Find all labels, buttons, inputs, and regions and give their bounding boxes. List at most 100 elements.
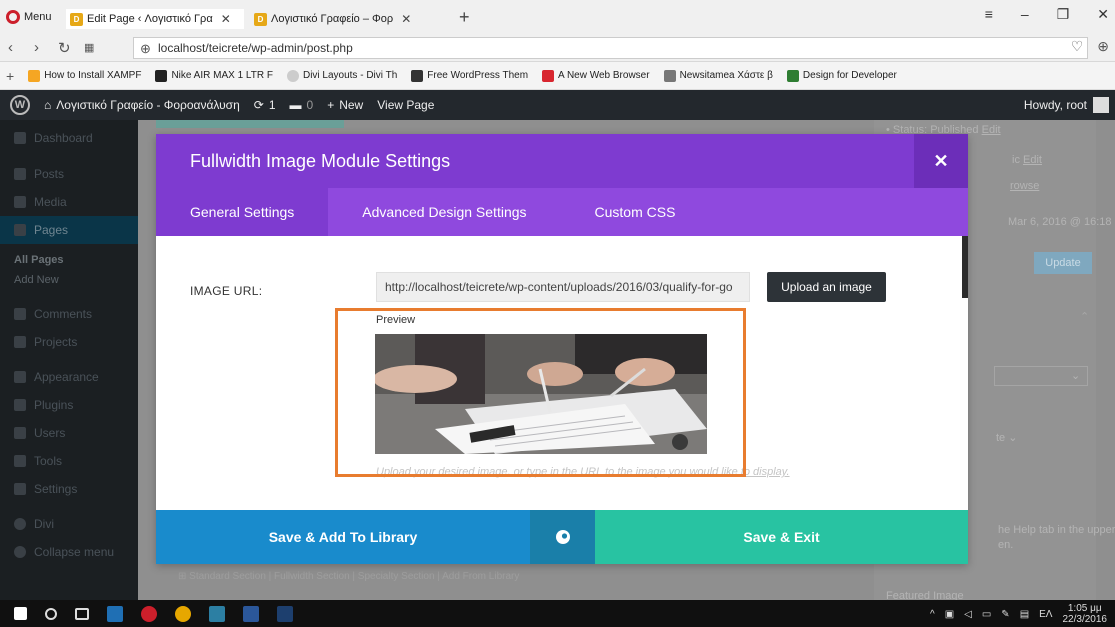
modal-title: Fullwidth Image Module Settings — [190, 150, 451, 171]
site-name-link[interactable]: ⌂ Λογιστικό Γραφείο - Φοροανάλυση — [44, 98, 240, 112]
avatar — [1093, 97, 1109, 113]
volume-icon[interactable]: ◁ — [964, 609, 972, 620]
chrome-icon[interactable] — [175, 605, 191, 622]
chevron-down-icon: ⌄ — [1071, 370, 1081, 382]
xampp-icon — [28, 69, 41, 82]
clock-time: 1:05 μμ — [1067, 603, 1102, 614]
task-view-icon[interactable] — [75, 607, 89, 620]
battery-icon[interactable]: ▭ — [982, 609, 991, 620]
sidebar-item-pages[interactable]: Pages — [0, 216, 138, 244]
help-text-line: en. — [998, 539, 1014, 551]
bookmarks-bar: + How to Install XAMPF Nike AIR MAX 1 LT… — [0, 62, 1115, 90]
comments-link[interactable]: ▬ 0 — [290, 98, 314, 112]
sidebar-item-dashboard[interactable]: Dashboard — [0, 124, 138, 152]
publish-date: Mar 6, 2016 @ 16:18 — [1008, 216, 1112, 228]
chevron-down-icon: ⌄ — [1008, 432, 1018, 444]
modal-header: Fullwidth Image Module Settings ✕ — [156, 134, 968, 188]
minimize-icon[interactable]: – — [1021, 6, 1029, 23]
sidebar-item-settings[interactable]: Settings — [0, 475, 138, 503]
comment-icon — [14, 308, 26, 320]
tab-close-icon[interactable]: ✕ — [221, 12, 231, 26]
sidebar-item-posts[interactable]: Posts — [0, 160, 138, 188]
tab-edit-page[interactable]: D Edit Page ‹ Λογιστικό Γρα ✕ — [66, 9, 244, 29]
new-tab-button[interactable]: + — [459, 7, 470, 28]
language-indicator[interactable]: ΕΛ — [1039, 609, 1052, 620]
sidebar-item-plugins[interactable]: Plugins — [0, 391, 138, 419]
bookmark-item[interactable]: Design for Developer — [786, 69, 897, 82]
collapse-icon — [14, 546, 26, 558]
window-controls: ≡ – ❐ ✕ — [985, 6, 1109, 23]
clock[interactable]: 1:05 μμ 22/3/2016 — [1063, 603, 1108, 625]
url-field[interactable]: ⊕ localhost/teicrete/wp-admin/post.php — [133, 37, 1088, 59]
windows-taskbar: ^ ▣ ◁ ▭ ✎ ▤ ΕΛ 1:05 μμ 22/3/2016 — [0, 600, 1115, 627]
word-icon[interactable] — [243, 605, 259, 622]
heart-icon[interactable]: ♡ — [1071, 38, 1084, 55]
save-exit-button[interactable]: Save & Exit — [595, 510, 968, 564]
back-icon[interactable]: ‹ — [8, 39, 13, 56]
tab-general-settings[interactable]: General Settings — [156, 188, 329, 236]
preview-highlight-box — [335, 308, 746, 477]
pen-icon[interactable]: ✎ — [1001, 609, 1009, 620]
add-bookmark-icon[interactable]: + — [6, 68, 14, 84]
bookmark-item[interactable]: Nike AIR MAX 1 LTR F — [155, 69, 273, 82]
sidebar-item-media[interactable]: Media — [0, 188, 138, 216]
browse-link: rowse — [1010, 180, 1040, 192]
search-icon[interactable] — [45, 607, 57, 620]
speed-dial-icon[interactable]: ▦ — [84, 41, 94, 54]
modal-footer: Save & Add To Library Save & Exit — [156, 510, 968, 564]
tab-menu-icon[interactable]: ≡ — [985, 6, 993, 23]
chevron-up-icon[interactable]: ^ — [930, 609, 935, 620]
wordpress-logo-icon[interactable]: W — [10, 95, 30, 115]
modal-close-button[interactable]: ✕ — [914, 134, 968, 188]
sidebar-collapse-menu[interactable]: Collapse menu — [0, 538, 138, 566]
tab-site-preview[interactable]: D Λογιστικό Γραφείο – Φορ ✕ — [250, 9, 450, 29]
maximize-icon[interactable]: ❐ — [1057, 6, 1070, 23]
sidebar-sub-all-pages[interactable]: All Pages — [14, 254, 64, 266]
divi-icon — [14, 518, 26, 530]
opera-icon[interactable] — [141, 605, 157, 622]
tab-custom-css[interactable]: Custom CSS — [561, 188, 710, 236]
dashboard-icon — [14, 132, 26, 144]
windows-start-icon[interactable] — [14, 607, 27, 620]
bookmark-item[interactable]: Newsitamea Χάστε β — [663, 69, 773, 82]
sidebar-item-divi[interactable]: Divi — [0, 510, 138, 538]
image-url-input[interactable] — [376, 272, 750, 302]
bookmark-item[interactable]: How to Install XAMPF — [28, 69, 141, 82]
save-add-to-library-button[interactable]: Save & Add To Library — [156, 510, 530, 564]
bookmark-item[interactable]: Free WordPress Them — [411, 69, 528, 82]
network-icon[interactable]: ▣ — [945, 609, 954, 620]
attribute-select: ⌄ — [994, 366, 1088, 386]
sidebar-item-tools[interactable]: Tools — [0, 447, 138, 475]
browser-menu-button[interactable]: Menu — [6, 8, 52, 26]
sidebar-sub-add-new[interactable]: Add New — [14, 274, 59, 286]
sidebar-item-users[interactable]: Users — [0, 419, 138, 447]
sidebar-item-appearance[interactable]: Appearance — [0, 363, 138, 391]
bookmark-item[interactable]: A New Web Browser — [542, 69, 650, 82]
bird-app-icon[interactable] — [209, 605, 225, 622]
nike-icon — [155, 69, 168, 82]
plus-icon: + — [327, 98, 335, 112]
tab-advanced-design-settings[interactable]: Advanced Design Settings — [328, 188, 560, 236]
sidebar-item-comments[interactable]: Comments — [0, 300, 138, 328]
tab-label: Λογιστικό Γραφείο – Φορ — [271, 13, 394, 25]
modal-tab-bar: General Settings Advanced Design Setting… — [156, 188, 968, 236]
action-center-icon[interactable]: ▤ — [1020, 609, 1029, 620]
view-page-link[interactable]: View Page — [377, 98, 434, 112]
updates-link[interactable]: ⟳ 1 — [254, 98, 276, 112]
tab-close-icon[interactable]: ✕ — [401, 12, 411, 26]
new-content-link[interactable]: + New — [327, 98, 363, 112]
upload-image-button[interactable]: Upload an image — [767, 272, 886, 302]
account-menu[interactable]: Howdy, root — [1024, 97, 1109, 113]
download-icon[interactable]: ⊕ — [1097, 38, 1109, 55]
preview-toggle-button[interactable] — [530, 510, 595, 564]
admin-sidebar: Dashboard Posts Media Pages All Pages Ad… — [0, 120, 138, 600]
file-explorer-icon[interactable] — [107, 605, 123, 622]
bookmark-item[interactable]: Divi Layouts - Divi Th — [286, 69, 397, 82]
forward-icon[interactable]: › — [34, 39, 39, 56]
scrollbar-thumb[interactable] — [962, 236, 968, 298]
reload-icon[interactable]: ↻ — [58, 39, 71, 57]
app-icon[interactable] — [277, 605, 293, 622]
close-window-icon[interactable]: ✕ — [1097, 6, 1109, 23]
sidebar-item-projects[interactable]: Projects — [0, 328, 138, 356]
divi-favicon-icon: D — [70, 12, 83, 26]
